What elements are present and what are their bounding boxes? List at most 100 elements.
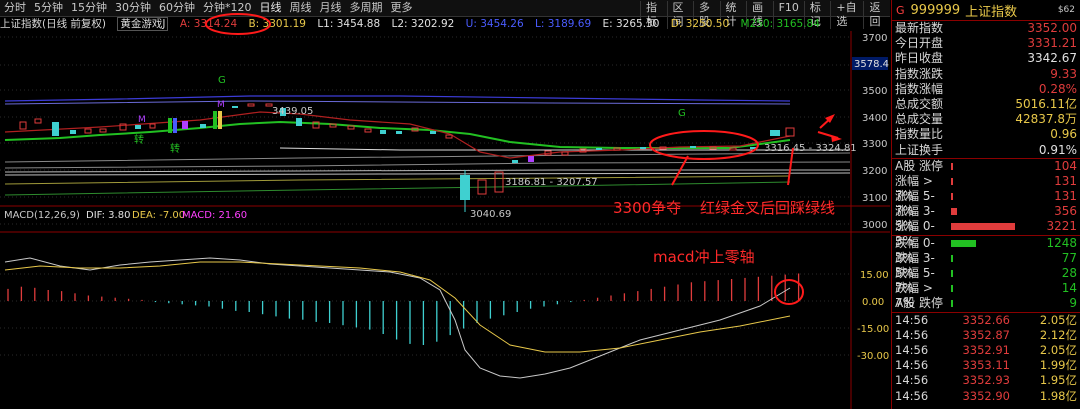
tick-time: 14:56 — [895, 358, 929, 373]
tick-row: 14:56 3352.90 1.98亿 — [892, 389, 1080, 404]
tick-amount: 1.99亿 — [1039, 358, 1077, 373]
quote-row: 上证换手 0.91% — [892, 143, 1080, 158]
quote-label: 今日开盘 — [895, 36, 944, 51]
price-marker: 3578.4 — [854, 59, 889, 70]
dist-value: 14 — [1061, 281, 1077, 296]
dist-label: 涨幅 3-5% — [895, 204, 935, 234]
dist-label: 跌幅 5-7% — [895, 266, 935, 295]
tick-amount: 2.05亿 — [1039, 312, 1077, 327]
macd-value: MACD: 21.60 — [182, 210, 247, 221]
high-label: 3439.05 — [272, 106, 313, 117]
quote-value: 3352.00 — [1027, 21, 1077, 35]
tick-row: 14:56 3352.87 2.12亿 — [892, 328, 1080, 343]
tick-time: 14:56 — [895, 342, 929, 357]
tick-list: 14:56 3352.66 2.05亿 14:56 3352.87 2.12亿 14:56 3… — [892, 313, 1080, 404]
quote-value: 5016.11亿 — [1015, 96, 1077, 111]
dist-value: 3221 — [1046, 219, 1077, 234]
dist-bar — [951, 189, 1041, 204]
right-label: 3316.45 - 3324.81 — [764, 143, 857, 154]
tick-amount: 2.12亿 — [1039, 327, 1077, 342]
dist-value: 77 — [1061, 250, 1077, 265]
dist-bar — [951, 251, 1041, 266]
annotation-golden-cross: 红绿金叉后回踩绿线 — [700, 199, 835, 217]
dist-label: 涨幅 > 7% — [895, 173, 933, 203]
dist-label: 涨幅 5-7% — [895, 189, 935, 219]
dist-label: 跌幅 > 7% — [895, 281, 933, 311]
macd-dif: DIF: 3.80 — [86, 210, 130, 221]
quote-row: 最新指数 3352.00 — [892, 21, 1080, 36]
dist-label: A股 跌停 — [895, 296, 944, 311]
g-icon: G — [896, 3, 905, 17]
tick-row: 14:56 3353.11 1.99亿 — [892, 358, 1080, 373]
dist-value: 356 — [1054, 204, 1077, 219]
quote-value: 3342.67 — [1027, 51, 1077, 66]
annotation-macd: macd冲上零轴 — [653, 248, 755, 266]
quote-label: 昨日收盘 — [895, 51, 944, 66]
quote-label: 最新指数 — [895, 21, 944, 35]
svg-text:3700: 3700 — [862, 33, 887, 44]
quote-value: 42837.8万 — [1015, 112, 1077, 127]
stock-code: 999999 — [910, 2, 961, 18]
svg-text:3300: 3300 — [862, 139, 887, 150]
dist-bar — [951, 159, 1041, 174]
svg-text:0.00: 0.00 — [862, 297, 884, 308]
dist-value: 28 — [1061, 266, 1077, 280]
signal-zhuan1: 转 — [134, 133, 144, 146]
quote-label: 指数涨幅 — [895, 81, 944, 96]
tick-amount: 1.98亿 — [1039, 388, 1077, 403]
annotation-3300: 3300争夺 — [613, 199, 681, 217]
signal-g1: G — [218, 75, 226, 86]
dist-row: 跌幅 5-7% 28 — [892, 266, 1080, 295]
tick-time: 14:56 — [895, 373, 929, 388]
tick-time: 14:56 — [895, 312, 929, 327]
panel-header: G 999999 上证指数 $62 — [892, 0, 1080, 21]
kline-chart[interactable]: G G M M 转 转 3439.05 3040.69 3186.81 - 32… — [0, 0, 890, 409]
quote-row: 指数涨幅 0.28% — [892, 82, 1080, 97]
dist-bar — [951, 174, 1041, 189]
tick-amount: 1.95亿 — [1039, 373, 1077, 388]
svg-text:-15.00: -15.00 — [857, 324, 889, 335]
dist-value: 1248 — [1046, 235, 1077, 250]
dist-label: A股 涨停 — [895, 158, 944, 173]
svg-text:3400: 3400 — [862, 113, 887, 124]
mid-label: 3186.81 - 3207.57 — [505, 177, 598, 188]
quote-value: 0.96 — [1050, 127, 1077, 142]
tick-row: 14:56 3352.93 1.95亿 — [892, 373, 1080, 388]
tick-price: 3352.91 — [962, 342, 1010, 357]
quote-label: 指数量比 — [895, 127, 944, 142]
dist-bar — [951, 266, 1041, 281]
dist-value: 131 — [1054, 173, 1077, 188]
quote-row: 昨日收盘 3342.67 — [892, 51, 1080, 66]
svg-text:3100: 3100 — [862, 193, 887, 204]
tick-price: 3352.90 — [962, 388, 1010, 403]
tick-time: 14:56 — [895, 388, 929, 403]
dist-row: 跌幅 > 7% 14 — [892, 281, 1080, 311]
quote-value: 3331.21 — [1027, 36, 1077, 51]
dist-value: 131 — [1054, 189, 1077, 204]
tick-row: 14:56 3352.91 2.05亿 — [892, 343, 1080, 358]
svg-text:3200: 3200 — [862, 166, 887, 177]
dist-row: 涨幅 0-3% 3221 — [892, 219, 1080, 249]
dist-row: A股 跌停 9 — [892, 296, 1080, 311]
distribution-list: A股 涨停 104 涨幅 > 7% 131 涨幅 5-7% 131 涨幅 3-5% 356 涨幅… — [892, 159, 1080, 312]
quote-row: 指数量比 0.96 — [892, 127, 1080, 142]
tick-row: 14:56 3352.66 2.05亿 — [892, 313, 1080, 328]
dist-row: 跌幅 3-5% 77 — [892, 250, 1080, 280]
dist-row: 涨幅 3-5% 356 — [892, 204, 1080, 234]
tick-time: 14:56 — [895, 327, 929, 342]
dist-label: 跌幅 3-5% — [895, 250, 935, 280]
dist-value: 9 — [1069, 296, 1077, 311]
signal-m1: M — [138, 115, 146, 125]
quote-value: 9.33 — [1050, 66, 1077, 81]
low-label: 3040.69 — [470, 209, 511, 220]
dist-value: 104 — [1054, 158, 1077, 173]
panel-tag: $62 — [1057, 5, 1075, 15]
dist-bar — [951, 204, 1041, 219]
quote-value: 0.91% — [1038, 142, 1077, 157]
dist-label: 涨幅 0-3% — [895, 219, 935, 249]
dist-bar — [951, 236, 1041, 251]
signal-m2: M — [217, 100, 225, 110]
dist-row: A股 涨停 104 — [892, 159, 1080, 174]
signal-zhuan2: 转 — [170, 142, 180, 155]
quote-panel: G 999999 上证指数 $62 最新指数 3352.00 今日开盘 3331.21… — [891, 0, 1080, 409]
